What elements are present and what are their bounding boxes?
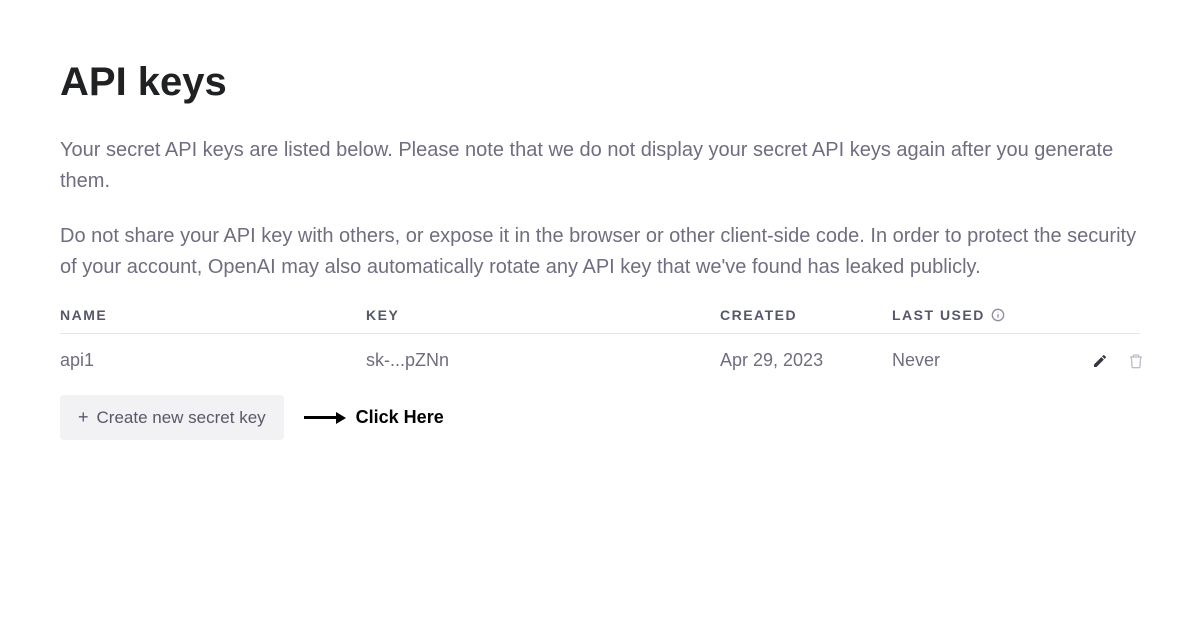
cell-created: Apr 29, 2023 <box>720 350 892 371</box>
info-icon[interactable] <box>991 308 1005 322</box>
cell-name: api1 <box>60 350 366 371</box>
create-secret-key-button[interactable]: + Create new secret key <box>60 395 284 440</box>
trash-icon[interactable] <box>1128 353 1144 369</box>
header-lastused-label: LAST USED <box>892 307 985 323</box>
cell-actions <box>1092 353 1152 369</box>
cell-key: sk-...pZNn <box>366 350 720 371</box>
create-row: + Create new secret key Click Here <box>60 395 1140 440</box>
api-keys-table: NAME KEY CREATED LAST USED api1 sk-...pZ… <box>60 307 1140 440</box>
description-paragraph-1: Your secret API keys are listed below. P… <box>60 135 1140 197</box>
table-header: NAME KEY CREATED LAST USED <box>60 307 1140 334</box>
annotation-text: Click Here <box>356 407 444 428</box>
header-key: KEY <box>366 307 720 323</box>
header-name: NAME <box>60 307 366 323</box>
plus-icon: + <box>78 407 89 428</box>
description-paragraph-2: Do not share your API key with others, o… <box>60 221 1140 283</box>
header-lastused: LAST USED <box>892 307 1092 323</box>
cell-lastused: Never <box>892 350 1092 371</box>
arrow-icon <box>304 412 346 424</box>
create-button-label: Create new secret key <box>97 408 266 428</box>
edit-icon[interactable] <box>1092 353 1108 369</box>
page-title: API keys <box>60 60 1140 105</box>
table-row: api1 sk-...pZNn Apr 29, 2023 Never <box>60 334 1140 387</box>
header-created: CREATED <box>720 307 892 323</box>
annotation: Click Here <box>304 407 444 428</box>
